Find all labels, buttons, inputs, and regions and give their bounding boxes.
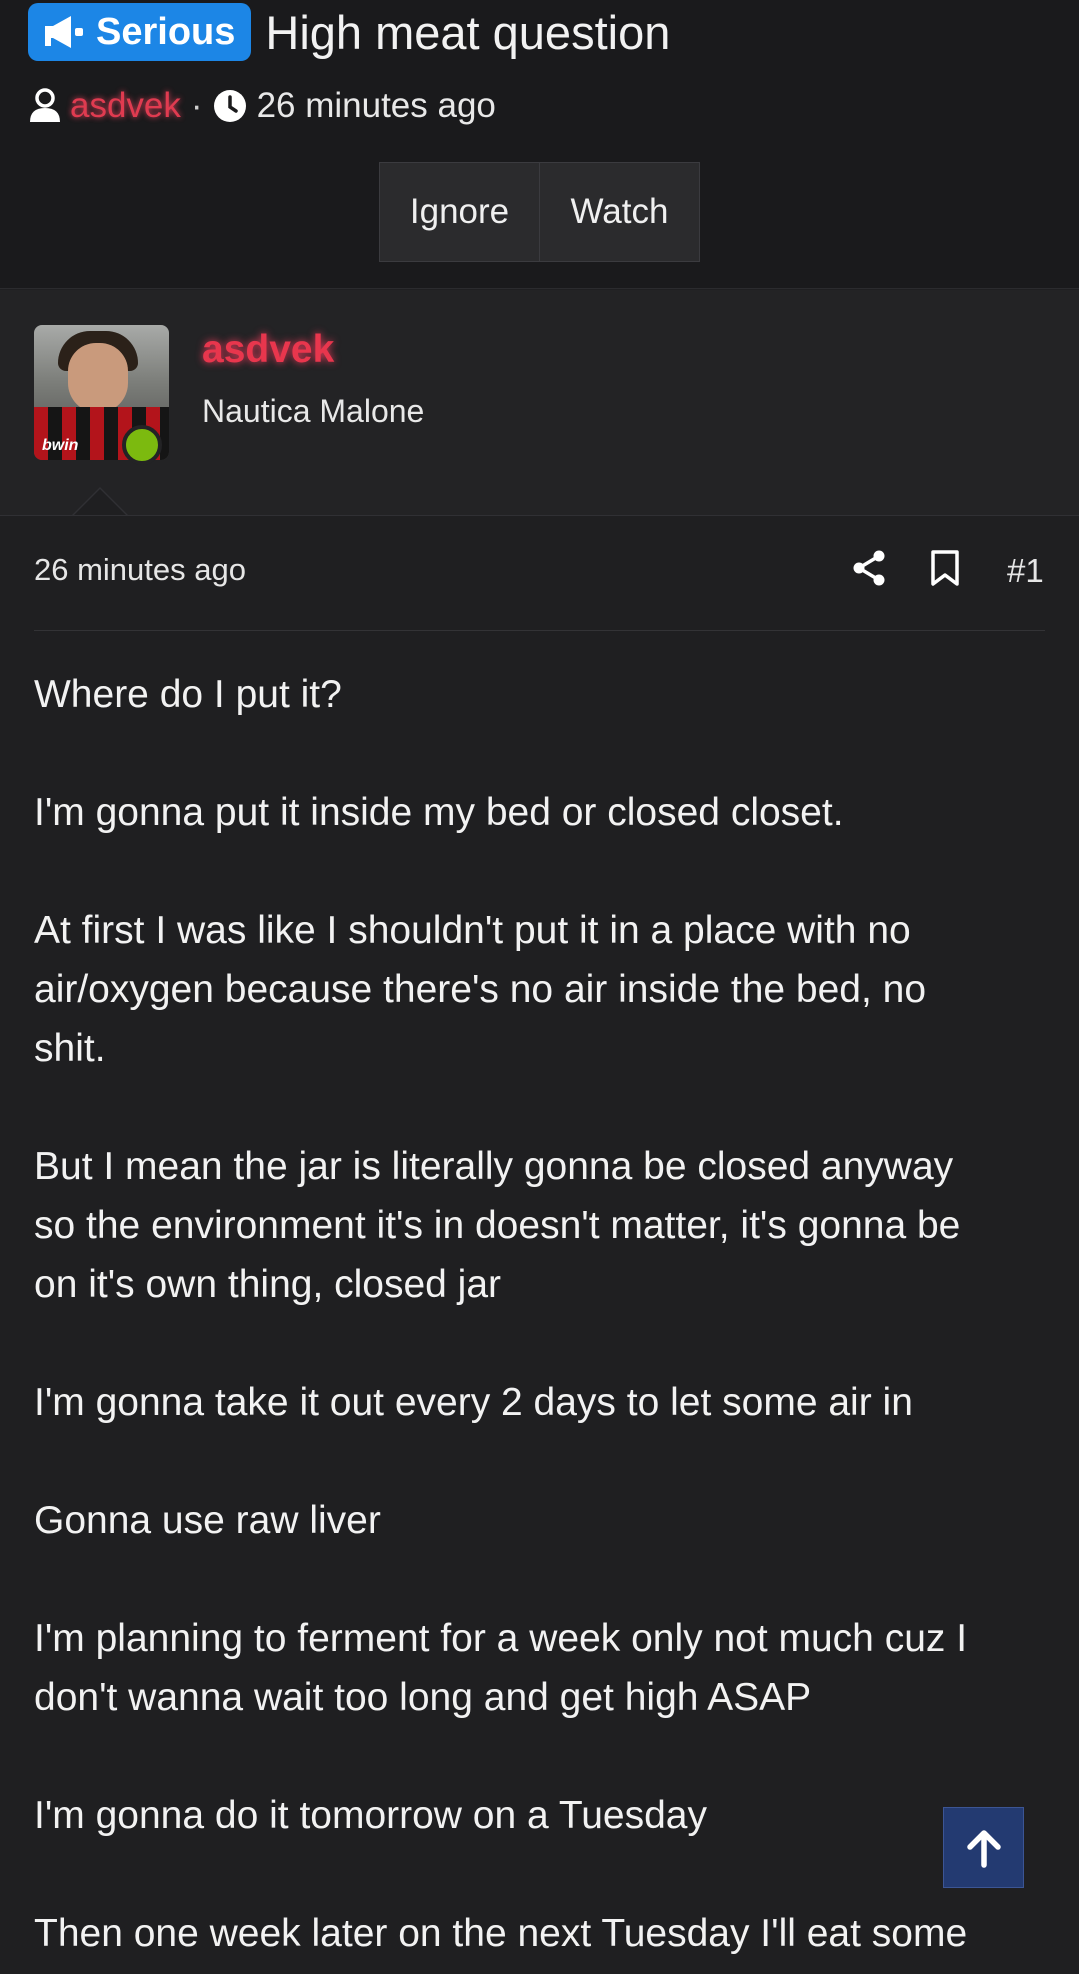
bookmark-icon[interactable] <box>930 550 960 586</box>
ignore-button[interactable]: Ignore <box>380 163 540 261</box>
post-line: But I mean the jar is literally gonna be… <box>34 1145 954 1188</box>
post-line: air/oxygen because there's no air inside… <box>34 968 927 1011</box>
meta-separator: · <box>190 86 203 125</box>
thread-author-link[interactable]: asdvek <box>70 86 181 126</box>
post-line: I'm gonna take it out every 2 days to le… <box>34 1381 913 1424</box>
post-line: don't wanna wait too long and get high A… <box>34 1676 812 1719</box>
thread-meta: asdvek · 26 minutes ago <box>28 82 496 130</box>
clock-icon <box>213 90 246 122</box>
share-icon[interactable] <box>852 550 886 586</box>
online-status-indicator <box>122 425 162 465</box>
post-line: shit. <box>34 1027 106 1070</box>
post-body: Where do I put it? I'm gonna put it insi… <box>34 665 1054 1974</box>
post-header: 26 minutes ago #1 <box>34 540 1045 631</box>
post-line: Where do I put it? <box>34 673 342 716</box>
user-title: Nautica Malone <box>202 393 425 429</box>
thread-time[interactable]: 26 minutes ago <box>257 86 496 126</box>
post-paragraph: At first I was like I shouldn't put it i… <box>34 901 1054 1078</box>
user-icon <box>30 88 60 122</box>
prefix-badge[interactable]: Serious <box>28 3 252 61</box>
post-line: on it's own thing, closed jar <box>34 1263 502 1306</box>
arrow-up-icon <box>966 1829 1001 1868</box>
thread-page: Serious High meat question asdvek · 26 m… <box>0 0 1079 1974</box>
thread-header: Serious High meat question asdvek · 26 m… <box>0 0 1079 289</box>
post-line: so the environment it's in doesn't matte… <box>34 1204 961 1247</box>
thread-title-row: Serious High meat question <box>28 2 670 62</box>
post-line: I'm gonna put it inside my bed or closed… <box>34 791 844 834</box>
prefix-label: Serious <box>96 10 236 53</box>
megaphone-icon <box>45 16 83 48</box>
post-paragraph: Where do I put it? <box>34 665 1054 724</box>
post-author-name[interactable]: asdvek <box>202 328 334 372</box>
thread-actions: Ignore Watch <box>379 162 700 262</box>
post-line: I'm gonna do it tomorrow on a Tuesday <box>34 1794 707 1837</box>
post-paragraph: I'm planning to ferment for a week only … <box>34 1609 1054 1727</box>
post-line: At first I was like I shouldn't put it i… <box>34 909 911 952</box>
post-time[interactable]: 26 minutes ago <box>34 552 246 588</box>
post-paragraph: I'm gonna do it tomorrow on a Tuesday <box>34 1786 1054 1845</box>
scroll-to-top-button[interactable] <box>943 1807 1024 1888</box>
thread-title: High meat question <box>265 5 671 59</box>
post-paragraph: But I mean the jar is literally gonna be… <box>34 1137 1054 1314</box>
post-line: I'm planning to ferment for a week only … <box>34 1617 968 1660</box>
post-line: Then one week later on the next Tuesday … <box>34 1912 968 1955</box>
post-paragraph: I'm gonna take it out every 2 days to le… <box>34 1373 1054 1432</box>
post-author-block: bwin asdvek Nautica Malone <box>0 290 1079 516</box>
watch-button[interactable]: Watch <box>540 163 699 261</box>
author-pointer-fill <box>74 489 126 515</box>
post-number[interactable]: #1 <box>1007 552 1044 590</box>
post-line: Gonna use raw liver <box>34 1499 381 1542</box>
avatar-face <box>68 343 128 413</box>
post-paragraph: Then one week later on the next Tuesday … <box>34 1904 1054 1963</box>
post-paragraph: I'm gonna put it inside my bed or closed… <box>34 783 1054 842</box>
post-paragraph: Gonna use raw liver <box>34 1491 1054 1550</box>
avatar-caption: bwin <box>42 437 79 454</box>
